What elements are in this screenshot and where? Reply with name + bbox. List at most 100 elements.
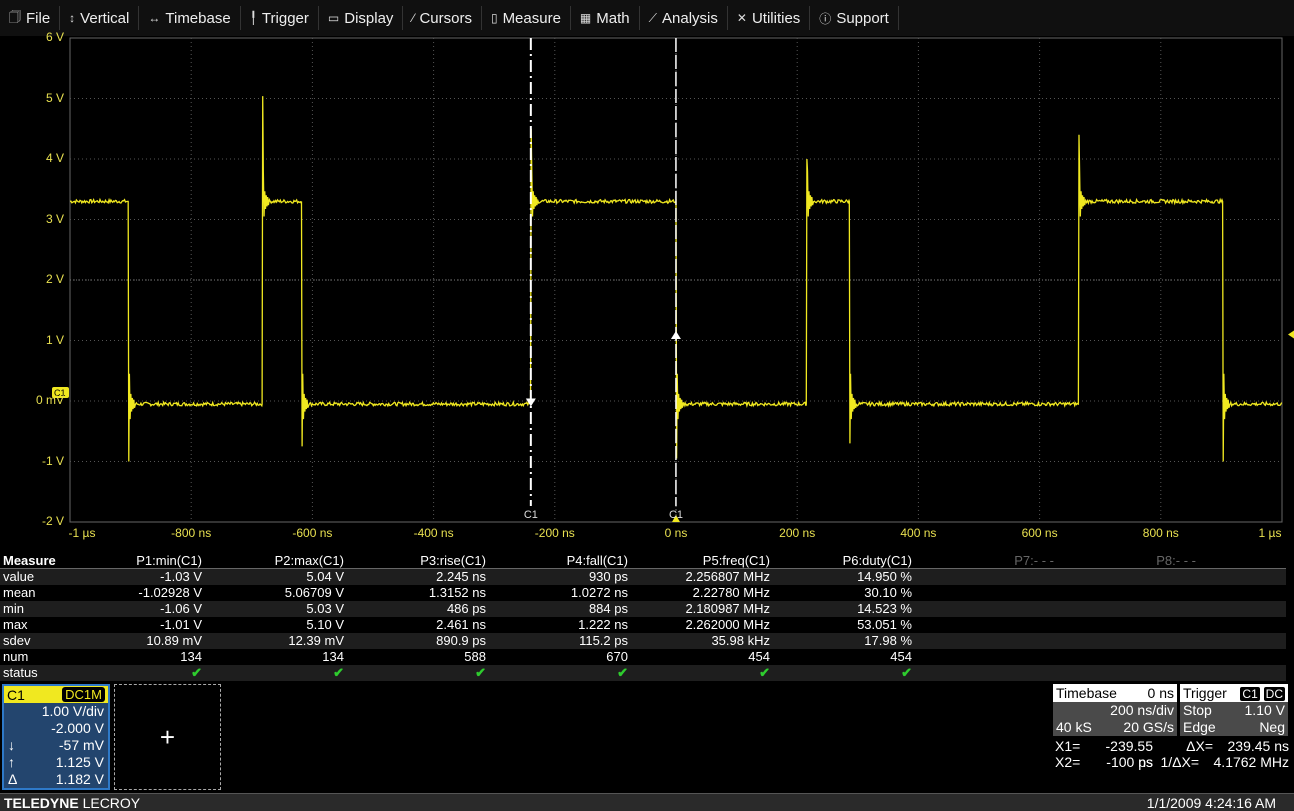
trigger-title: Trigger [1183,685,1227,701]
measure-cell [912,617,1054,633]
status-bar: TELEDYNE LECROY 1/1/2009 4:24:16 AM [0,793,1294,811]
channel-name: C1 [7,686,25,703]
x-axis-label: 600 ns [1021,526,1058,540]
measure-column-header[interactable]: P8:- - - [1054,553,1196,568]
y-axis-label: 3 V [45,211,64,226]
measure-cell: 17.98 % [864,633,912,648]
measure-cell: ✔ [333,665,344,680]
menu-utilities[interactable]: ✕ Utilities [728,6,811,30]
row-label: num [3,649,29,664]
add-trace-button[interactable]: + [114,684,221,790]
measure-column-header[interactable]: P6:duty(C1) [770,553,912,568]
measure-cell: 12.39 mV [288,633,344,648]
measure-cell [912,665,1054,681]
menu-support[interactable]: ⓘ Support [810,6,899,30]
measure-cell: 486 ps [446,601,486,616]
measure-cell [912,601,1054,617]
row-label: Measure [3,553,56,568]
trigger-descriptor[interactable]: Trigger C1 DC Stop 1.10 V Edge Neg [1180,684,1288,736]
measure-cell: ✔ [759,665,770,680]
measure-column-header[interactable]: P2:max(C1) [202,553,344,568]
menu-label: Support [836,9,889,27]
measure-cell: 134 [180,649,202,664]
delta-icon: Δ [8,771,18,787]
measure-row: mean -1.02928 V 5.06709 V 1.3152 ns 1.0272 n… [0,585,1286,601]
measure-column-header[interactable]: P4:fall(C1) [486,553,628,568]
timebase-delay: 0 ns [1147,685,1174,701]
menu-display[interactable]: ▭ Display [319,6,404,30]
measure-column-header[interactable]: P1:min(C1) [60,553,202,568]
inv-dx-value: 4.1762 MHz [1213,754,1289,770]
measure-cell: 1.3152 ns [428,585,486,600]
measure-cell: 588 [464,649,486,664]
measure-cell: 454 [890,649,912,664]
row-label: max [3,617,28,632]
measure-cell [1054,649,1196,665]
timebase-samples: 40 kS [1056,719,1092,735]
measure-cell: 35.98 kHz [711,633,770,648]
measure-column-header[interactable]: P3:rise(C1) [344,553,486,568]
cursor-readout: X1= -239.55 ns ΔX= 239.45 ns X2= -100 ps 1/ΔX… [1055,738,1291,770]
measure-cell [912,585,1054,601]
teledyne-lecroy-logo: TELEDYNE LECROY [4,794,141,811]
waveform-display[interactable]: C1 C1 C1 6 V5 V4 V3 V2 V1 V0 mV -1 V -2 V -1 … [0,30,1294,550]
measure-cell [1054,665,1196,681]
measure-cell: 2.245 ns [436,569,486,584]
measure-cell: 454 [748,649,770,664]
measure-table[interactable]: Measure P1:min(C1) P2:max(C1) P3:rise(C1) P4… [0,553,1286,681]
menu-vertical[interactable]: ↕ Vertical [60,6,140,30]
measure-cell: 115.2 ps [579,633,628,648]
x-axis-label: -800 ns [171,526,212,540]
measure-cell: 2.461 ns [436,617,486,632]
measure-column-header[interactable]: P5:freq(C1) [628,553,770,568]
y-axis-label: -1 V [41,453,64,468]
x-axis-label: -400 ns [413,526,454,540]
trigger-type: Edge [1183,719,1216,735]
measure-cell: -1.01 V [160,617,202,632]
measure-row: max -1.01 V 5.10 V 2.461 ns 1.222 ns 2.262000… [0,617,1286,633]
arrow-down-icon: ↓ [8,737,15,753]
plus-icon: + [159,721,176,752]
menu-measure[interactable]: ▯ Measure [482,6,571,30]
y-axis-label: 6 V [45,30,64,44]
menu-timebase[interactable]: ↔ Timebase [139,6,241,30]
measure-cell: 890.9 ps [436,633,486,648]
waveform-grid: C1C1 C1 [52,37,1294,523]
menu-file[interactable]: 🗍 File [0,6,61,30]
menu-cursors[interactable]: ⁄ Cursors [403,6,482,30]
row-label: sdev [3,633,31,648]
y-axis-label: -2 V [41,514,64,528]
measure-row: min -1.06 V 5.03 V 486 ps 884 ps 2.180987 MHz… [0,601,1286,617]
measure-cell: 30.10 % [864,585,912,600]
menu-trigger[interactable]: ╿ Trigger [241,6,319,30]
x1-value: -239.55 ns [1105,738,1153,770]
dx-value: 239.45 ns [1227,738,1290,754]
cursor-label: C1 [669,509,683,521]
x-axis-label: -200 ns [534,526,575,540]
measure-row: num 134 134 588 670 454 454 [0,649,1286,665]
row-label: min [3,601,24,616]
measure-column-header[interactable]: P7:- - - [912,553,1054,568]
y-axis-label: 0 mV [35,393,64,407]
menu-label: Cursors [419,9,472,27]
timebase-title: Timebase [1056,685,1117,701]
measure-cell: 2.262000 MHz [685,617,770,632]
menu-label: Display [344,9,394,27]
channel-coupling: DC1M [62,687,105,702]
measure-cell: 14.950 % [857,569,912,584]
channel-c1-descriptor[interactable]: C1 DC1M 1.00 V/div -2.000 V ↓ -57 mV ↑ 1.12… [2,684,110,790]
menu-analysis[interactable]: ⟋ Analysis [640,6,728,30]
y-axis-label: 5 V [45,90,64,105]
measure-cell: 2.180987 MHz [685,601,770,616]
arrow-up-icon: ↑ [8,754,15,770]
measure-cell: 2.22780 MHz [692,585,770,600]
measure-row: sdev 10.89 mV 12.39 mV 890.9 ps 115.2 ps 35.9… [0,633,1286,649]
measure-cell: 884 ps [588,601,628,616]
measure-cell: 1.222 ns [578,617,628,632]
timebase-descriptor[interactable]: Timebase 0 ns 200 ns/div 40 kS 20 GS/s [1053,684,1177,736]
measure-cell: 14.523 % [857,601,912,616]
cursor-down-value: -57 mV [58,737,104,753]
menu-math[interactable]: ▦ Math [571,6,640,30]
trigger-mode: Stop [1183,702,1212,718]
channel-vdiv: 1.00 V/div [41,703,104,719]
